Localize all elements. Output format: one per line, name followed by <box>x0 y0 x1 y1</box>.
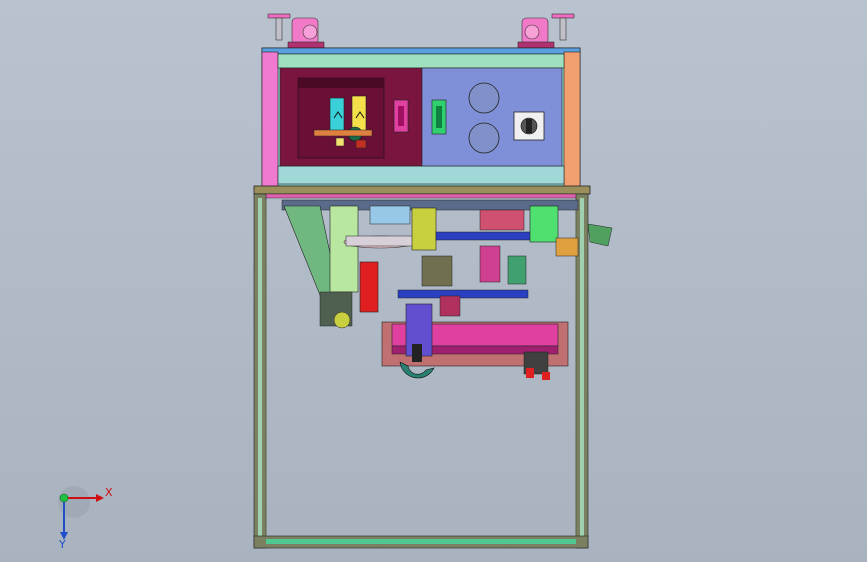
gauge-dial-top <box>468 82 500 114</box>
mechanism-assembly <box>281 199 613 329</box>
machine-model[interactable] <box>0 0 867 562</box>
slide-cylinder-assembly <box>381 303 569 380</box>
y-axis-label: Y <box>58 538 66 550</box>
x-axis-label: X <box>105 486 113 499</box>
rotary-selector-switch <box>513 111 545 141</box>
triad-origin-icon <box>59 493 69 503</box>
leveling-foot-right <box>517 13 575 49</box>
gauge-dial-bottom <box>468 122 500 154</box>
coordinate-triad: X Y <box>58 486 113 550</box>
switch-magenta <box>393 99 409 133</box>
indicator-green <box>431 99 447 135</box>
cad-viewport[interactable]: X Y <box>0 0 867 562</box>
leveling-foot-left <box>267 13 325 49</box>
table-top <box>253 185 591 199</box>
x-axis-arrow-icon <box>96 494 104 502</box>
